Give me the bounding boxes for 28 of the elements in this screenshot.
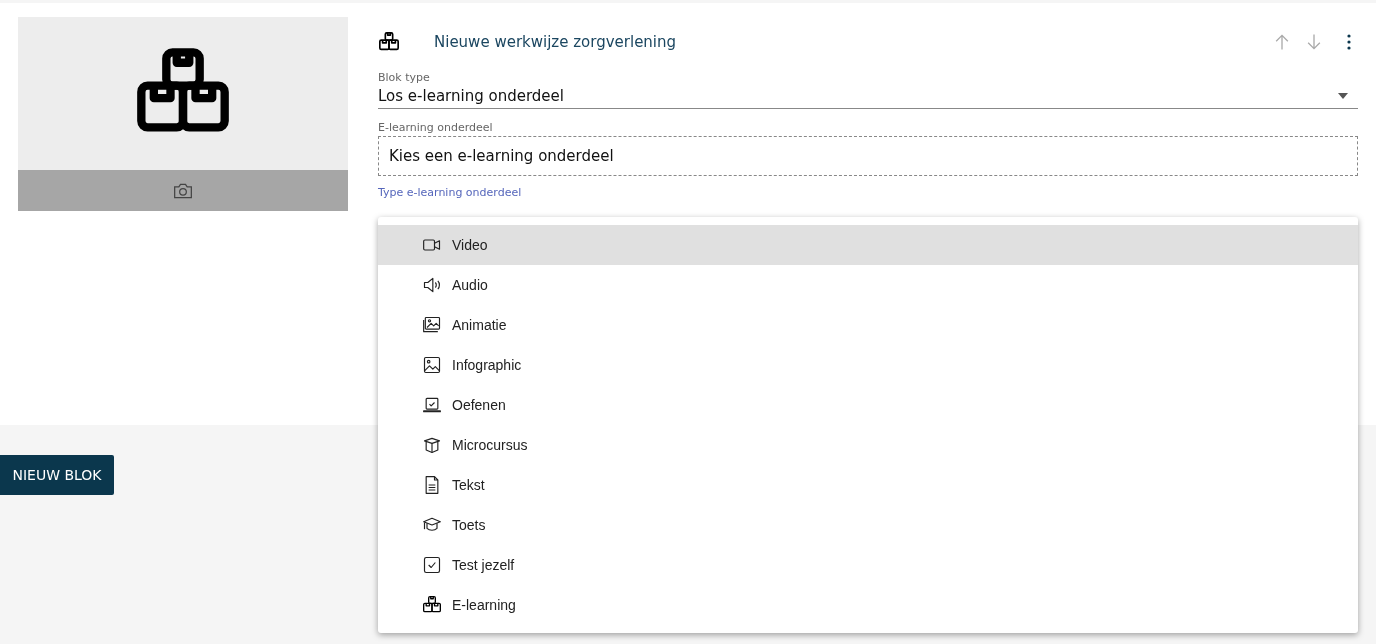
- image-icon: [422, 355, 442, 375]
- menu-item[interactable]: Tekst: [378, 465, 1358, 505]
- field-label: E-learning onderdeel: [378, 121, 494, 134]
- boxes-icon: [378, 31, 400, 53]
- boxes-icon: [422, 595, 442, 615]
- speaker-icon: [422, 275, 442, 295]
- menu-item[interactable]: Oefenen: [378, 385, 1358, 425]
- menu-item[interactable]: Audio: [378, 265, 1358, 305]
- dropdown-caret-icon: [1338, 93, 1348, 99]
- menu-item[interactable]: Infographic: [378, 345, 1358, 385]
- more-icon[interactable]: [1346, 33, 1352, 51]
- elearning-field[interactable]: Kies een e-learning onderdeel: [378, 136, 1358, 176]
- box-icon: [422, 435, 442, 455]
- checkbox-icon: [422, 555, 442, 575]
- menu-item[interactable]: Microcursus: [378, 425, 1358, 465]
- menu-item[interactable]: Toets: [378, 505, 1358, 545]
- laptop-check-icon: [422, 395, 442, 415]
- block-type-select[interactable]: Los e-learning onderdeel: [378, 84, 1358, 109]
- field-label: Type e-learning onderdeel: [378, 186, 523, 199]
- menu-item[interactable]: Video: [378, 225, 1358, 265]
- menu-item[interactable]: E-learning: [378, 585, 1358, 625]
- field-label: Blok type: [378, 71, 431, 84]
- images-stack-icon: [422, 315, 442, 335]
- menu-item[interactable]: Animatie: [378, 305, 1358, 345]
- camera-icon[interactable]: [173, 181, 193, 200]
- menu-item[interactable]: Test jezelf: [378, 545, 1358, 585]
- block-title: Nieuwe werkwijze zorgverlening: [434, 33, 678, 51]
- new-block-button[interactable]: NIEUW BLOK: [0, 455, 114, 495]
